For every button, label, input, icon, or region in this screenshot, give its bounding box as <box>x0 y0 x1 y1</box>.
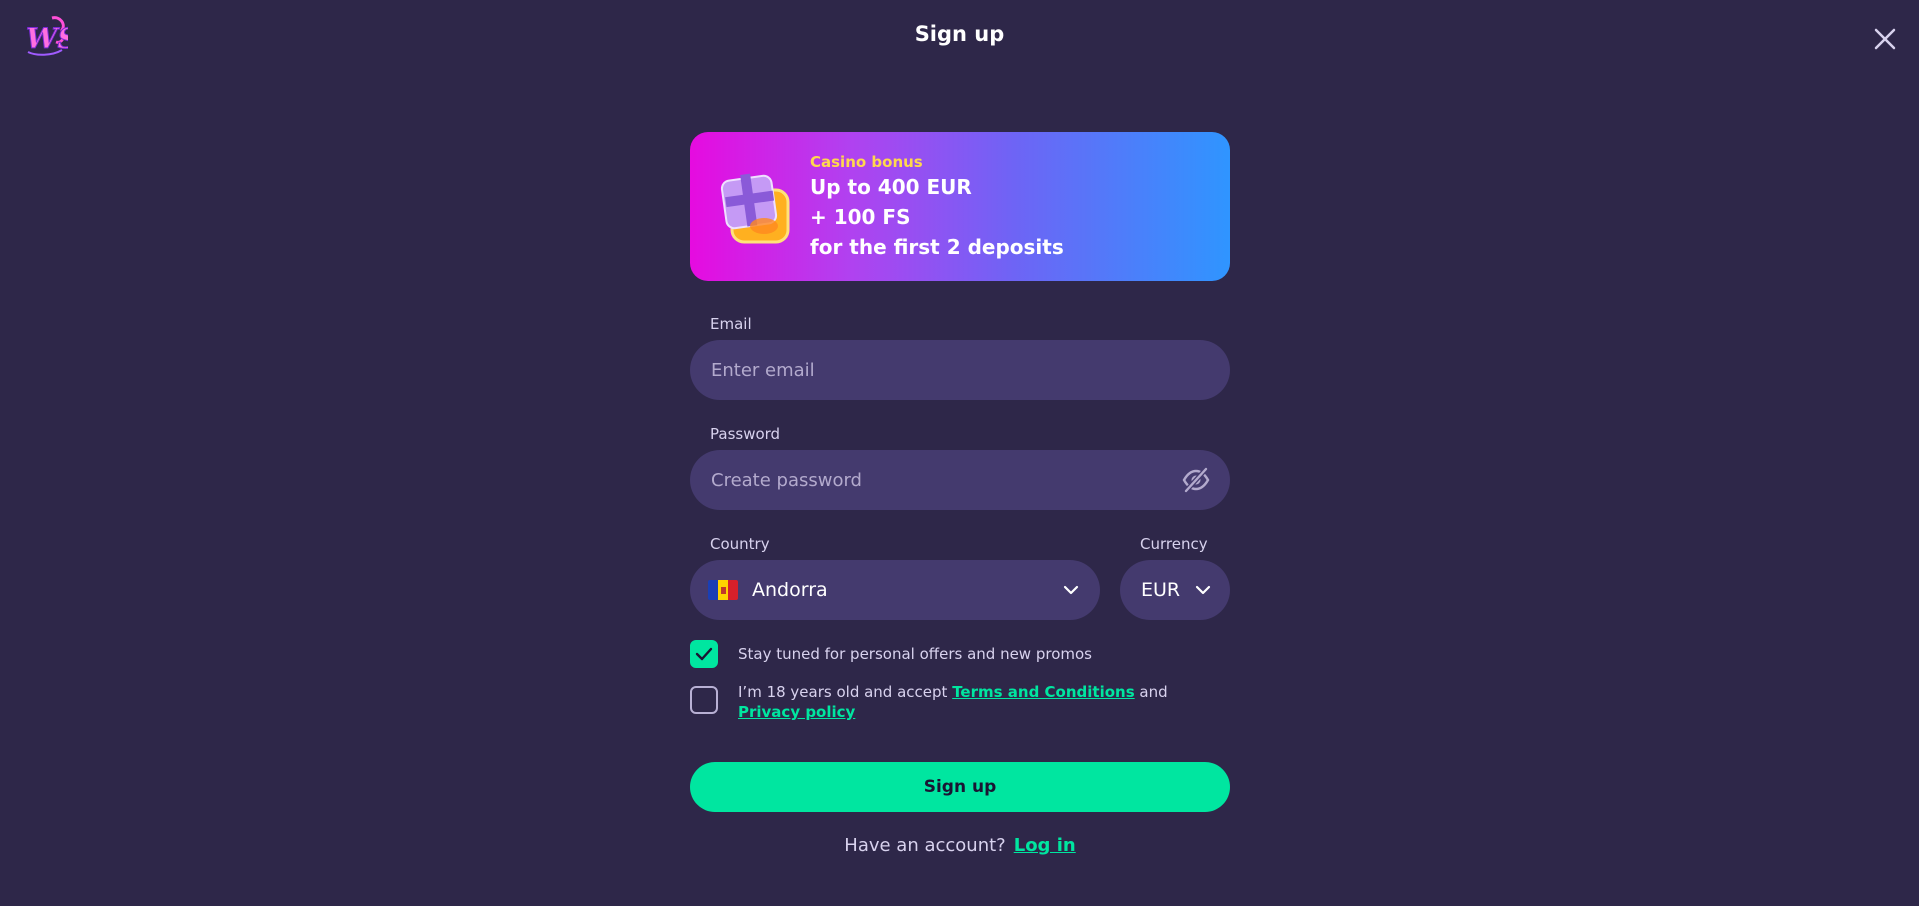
terms-consent-text: I’m 18 years old and accept Terms and Co… <box>738 682 1230 722</box>
country-label: Country <box>710 535 770 553</box>
banner-free-spins: + 100 FS <box>810 205 911 229</box>
signup-form: Casino bonus Up to 400 EUR + 100 FS for … <box>690 132 1230 856</box>
currency-select[interactable]: EUR <box>1120 560 1230 620</box>
email-group: Email <box>690 315 1230 400</box>
promo-consent-text: Stay tuned for personal offers and new p… <box>738 645 1092 663</box>
eye-slash-icon[interactable] <box>1182 467 1210 493</box>
check-icon <box>695 647 713 661</box>
page-title: Sign up <box>914 22 1005 46</box>
signup-button[interactable]: Sign up <box>690 762 1230 812</box>
email-wrapper <box>690 340 1230 400</box>
password-wrapper <box>690 450 1230 510</box>
terms-prefix: I’m 18 years old and accept <box>738 683 953 701</box>
currency-value: EUR <box>1141 579 1181 601</box>
andorra-flag-icon <box>708 580 738 600</box>
login-link[interactable]: Log in <box>1014 835 1076 856</box>
consents: Stay tuned for personal offers and new p… <box>690 640 1230 722</box>
locale-row: Country Andorra Currency EUR <box>690 535 1230 620</box>
currency-group: Currency EUR <box>1120 535 1230 620</box>
privacy-link[interactable]: Privacy policy <box>738 703 855 721</box>
password-group: Password <box>690 425 1230 510</box>
country-value: Andorra <box>752 579 828 601</box>
country-select[interactable]: Andorra <box>690 560 1100 620</box>
login-prompt-text: Have an account? <box>844 835 1006 856</box>
password-label: Password <box>710 425 781 443</box>
currency-label: Currency <box>1140 535 1208 553</box>
gift-box-icon <box>714 164 800 250</box>
email-field[interactable] <box>690 340 1230 400</box>
bonus-banner[interactable]: Casino bonus Up to 400 EUR + 100 FS for … <box>690 132 1230 281</box>
terms-checkbox[interactable] <box>690 686 718 714</box>
banner-condition: for the first 2 deposits <box>810 235 1064 259</box>
chevron-down-icon <box>1062 582 1080 598</box>
terms-consent-row: I’m 18 years old and accept Terms and Co… <box>690 682 1230 722</box>
banner-kicker: Casino bonus <box>810 153 923 171</box>
banner-amount: Up to 400 EUR <box>810 175 972 199</box>
login-prompt: Have an account? Log in <box>690 835 1230 856</box>
chevron-down-icon <box>1194 582 1212 598</box>
terms-middle: and <box>1134 683 1168 701</box>
terms-link[interactable]: Terms and Conditions <box>952 683 1134 701</box>
email-label: Email <box>710 315 752 333</box>
promo-checkbox[interactable] <box>690 640 718 668</box>
close-icon[interactable] <box>1870 24 1900 54</box>
submit-wrap: Sign up <box>690 762 1230 812</box>
country-group: Country Andorra <box>690 535 1100 620</box>
banner-text: Casino bonus Up to 400 EUR + 100 FS for … <box>810 152 1064 262</box>
header: WS Sign up <box>0 0 1919 74</box>
promo-consent-row: Stay tuned for personal offers and new p… <box>690 640 1230 668</box>
password-field[interactable] <box>690 450 1230 510</box>
